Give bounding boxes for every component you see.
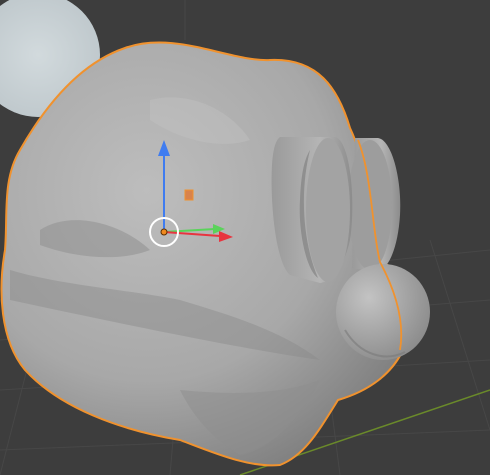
origin-dot-icon[interactable] — [160, 228, 168, 236]
eye-cylinders[interactable] — [271, 137, 401, 283]
left-eye-cap[interactable] — [306, 138, 350, 282]
3d-viewport[interactable] — [0, 0, 490, 475]
plane-handle-icon[interactable] — [184, 189, 194, 201]
viewport-canvas[interactable] — [0, 0, 490, 475]
right-eye-cap[interactable] — [348, 140, 392, 270]
nose-sphere[interactable] — [336, 264, 430, 360]
